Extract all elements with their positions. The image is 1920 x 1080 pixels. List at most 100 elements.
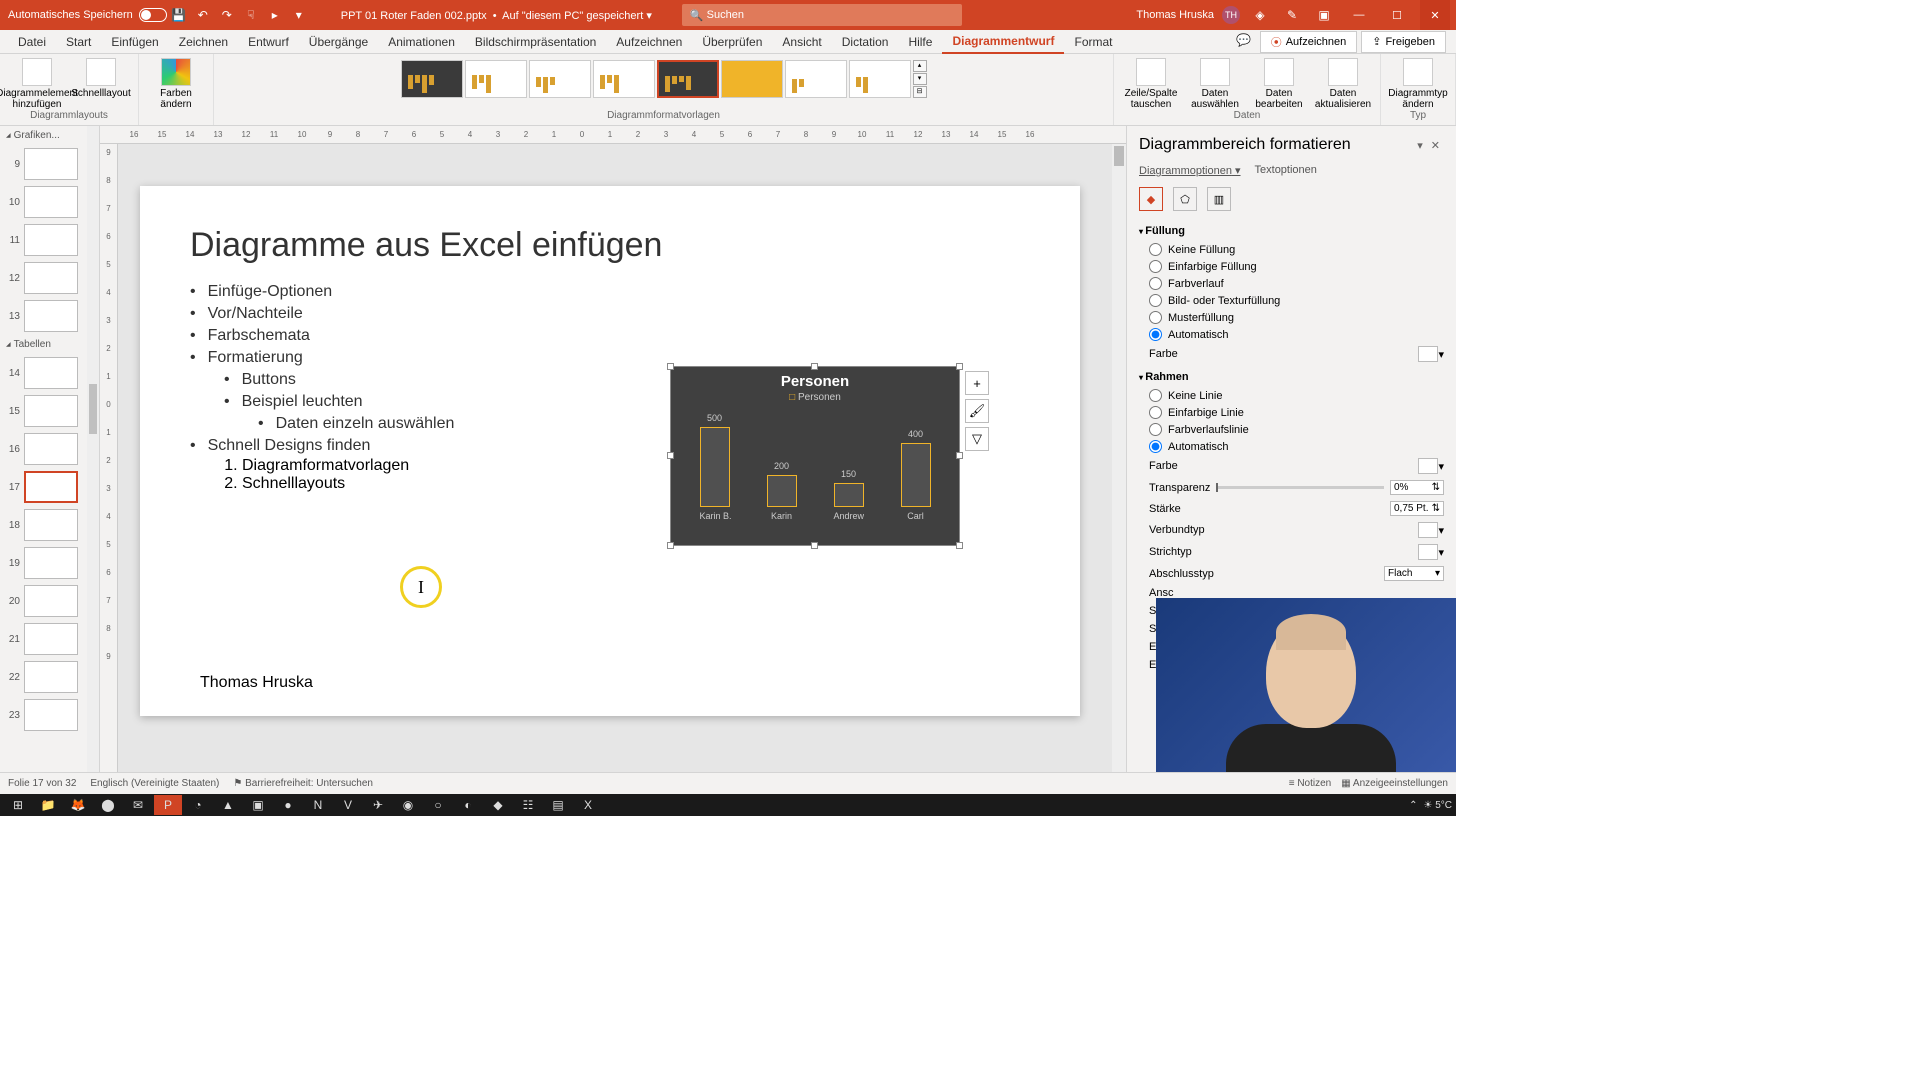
fill-solid-radio[interactable]: Einfarbige Füllung	[1139, 258, 1444, 275]
tab-uebergaenge[interactable]: Übergänge	[299, 31, 378, 53]
quick-layout-button[interactable]: Schnelllayout	[70, 56, 132, 99]
tab-aufzeichnen[interactable]: Aufzeichnen	[606, 31, 692, 53]
select-data-button[interactable]: Daten auswählen	[1184, 56, 1246, 110]
change-colors-button[interactable]: Farben ändern	[145, 56, 207, 110]
autosave-toggle[interactable]	[139, 8, 167, 22]
minimize-button[interactable]: —	[1344, 0, 1374, 30]
pane-tab-chart-options[interactable]: Diagrammoptionen ▾	[1139, 164, 1241, 177]
fill-auto-radio[interactable]: Automatisch	[1139, 326, 1444, 343]
search-input[interactable]	[707, 9, 954, 21]
refresh-data-button[interactable]: Daten aktualisieren	[1312, 56, 1374, 110]
chart-filter-button[interactable]: ▽	[965, 427, 989, 451]
task-firefox-icon[interactable]: 🦊	[64, 795, 92, 815]
bullet-3[interactable]: Farbschemata	[190, 325, 1030, 347]
add-chart-element-button[interactable]: Diagrammelement hinzufügen	[6, 56, 68, 110]
tab-datei[interactable]: Datei	[8, 31, 56, 53]
tab-diagrammentwurf[interactable]: Diagrammentwurf	[942, 30, 1064, 54]
dash-picker[interactable]	[1418, 544, 1438, 560]
chart-style-2[interactable]	[465, 60, 527, 98]
handle-tl[interactable]	[667, 363, 674, 370]
thumb-slide-13[interactable]: 13	[0, 297, 99, 335]
handle-ml[interactable]	[667, 452, 674, 459]
user-name[interactable]: Thomas Hruska	[1136, 9, 1214, 21]
thumb-slide-22[interactable]: 22	[0, 658, 99, 696]
chart-style-7[interactable]	[785, 60, 847, 98]
thumb-slide-11[interactable]: 11	[0, 221, 99, 259]
gallery-down-icon[interactable]: ▾	[913, 73, 927, 85]
canvas-scrollbar[interactable]	[1112, 144, 1126, 772]
search-box[interactable]: 🔍	[682, 4, 962, 26]
transparency-slider[interactable]	[1216, 486, 1384, 489]
handle-bc[interactable]	[811, 542, 818, 549]
start-button[interactable]: ⊞	[4, 795, 32, 815]
tab-start[interactable]: Start	[56, 31, 101, 53]
thumb-slide-23[interactable]: 23	[0, 696, 99, 734]
line-auto-radio[interactable]: Automatisch	[1139, 438, 1444, 455]
fill-pattern-radio[interactable]: Musterfüllung	[1139, 309, 1444, 326]
task-app7-icon[interactable]: ◆	[484, 795, 512, 815]
transparency-value[interactable]: 0%⇅	[1390, 480, 1444, 495]
chart-styles-button[interactable]: 🖌	[965, 399, 989, 423]
redo-icon[interactable]: ↷	[218, 6, 236, 24]
pane-tab-text-options[interactable]: Textoptionen	[1255, 164, 1317, 177]
thumb-slide-12[interactable]: 12	[0, 259, 99, 297]
slide-counter[interactable]: Folie 17 von 32	[8, 778, 76, 789]
task-app2-icon[interactable]: ▣	[244, 795, 272, 815]
thumb-slide-14[interactable]: 14	[0, 354, 99, 392]
maximize-button[interactable]: ☐	[1382, 0, 1412, 30]
thumb-slide-17[interactable]: 17	[0, 468, 99, 506]
handle-br[interactable]	[956, 542, 963, 549]
task-onenote-icon[interactable]: N	[304, 795, 332, 815]
fill-gradient-radio[interactable]: Farbverlauf	[1139, 275, 1444, 292]
task-powerpoint-icon[interactable]: P	[154, 795, 182, 815]
task-app-icon[interactable]: ◔	[184, 795, 212, 815]
line-solid-radio[interactable]: Einfarbige Linie	[1139, 404, 1444, 421]
task-chrome-icon[interactable]: ⬤	[94, 795, 122, 815]
chart-style-4[interactable]	[593, 60, 655, 98]
tab-ansicht[interactable]: Ansicht	[772, 31, 831, 53]
chart-style-8[interactable]	[849, 60, 911, 98]
handle-tc[interactable]	[811, 363, 818, 370]
tab-einfuegen[interactable]: Einfügen	[101, 31, 168, 53]
bar-1[interactable]: 200	[767, 475, 797, 507]
tab-zeichnen[interactable]: Zeichnen	[169, 31, 238, 53]
thumb-slide-18[interactable]: 18	[0, 506, 99, 544]
chart-style-6[interactable]	[721, 60, 783, 98]
touch-icon[interactable]: ☟	[242, 6, 260, 24]
bar-2[interactable]: 150	[834, 483, 864, 507]
effects-icon[interactable]: ⬠	[1173, 187, 1197, 211]
task-app9-icon[interactable]: ▤	[544, 795, 572, 815]
thumb-scrollbar[interactable]	[87, 126, 99, 772]
task-app4-icon[interactable]: ◉	[394, 795, 422, 815]
comments-icon[interactable]: 💬	[1235, 31, 1253, 49]
task-app8-icon[interactable]: ☷	[514, 795, 542, 815]
fill-none-radio[interactable]: Keine Füllung	[1139, 241, 1444, 258]
line-color-picker[interactable]	[1418, 458, 1438, 474]
thumb-slide-10[interactable]: 10	[0, 183, 99, 221]
bullet-2[interactable]: Vor/Nachteile	[190, 303, 1030, 325]
task-telegram-icon[interactable]: ✈	[364, 795, 392, 815]
tab-entwurf[interactable]: Entwurf	[238, 31, 299, 53]
close-button[interactable]: ✕	[1420, 0, 1450, 30]
chart-style-3[interactable]	[529, 60, 591, 98]
thumb-slide-20[interactable]: 20	[0, 582, 99, 620]
switch-row-col-button[interactable]: Zeile/Spalte tauschen	[1120, 56, 1182, 110]
compound-picker[interactable]	[1418, 522, 1438, 538]
tab-hilfe[interactable]: Hilfe	[898, 31, 942, 53]
change-chart-type-button[interactable]: Diagrammtyp ändern	[1387, 56, 1449, 110]
thumb-slide-16[interactable]: 16	[0, 430, 99, 468]
handle-tr[interactable]	[956, 363, 963, 370]
save-icon[interactable]: 💾	[170, 6, 188, 24]
line-gradient-radio[interactable]: Farbverlaufslinie	[1139, 421, 1444, 438]
pane-close-icon[interactable]: ✕	[1427, 139, 1444, 152]
thumb-section-tabellen[interactable]: Tabellen	[0, 335, 99, 354]
weather-widget[interactable]: ☀ 5°C	[1423, 800, 1452, 811]
task-app3-icon[interactable]: ●	[274, 795, 302, 815]
thumb-slide-9[interactable]: 9	[0, 145, 99, 183]
thumb-slide-21[interactable]: 21	[0, 620, 99, 658]
user-avatar[interactable]: TH	[1222, 6, 1240, 24]
tab-format[interactable]: Format	[1064, 31, 1122, 53]
chart-style-5-selected[interactable]	[657, 60, 719, 98]
fill-picture-radio[interactable]: Bild- oder Texturfüllung	[1139, 292, 1444, 309]
cap-value[interactable]: Flach▾	[1384, 566, 1444, 581]
